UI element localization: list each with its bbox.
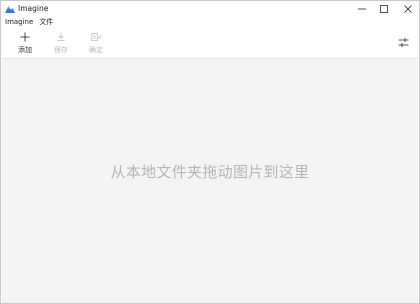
minimize-button[interactable] (351, 1, 373, 17)
settings-button[interactable] (397, 36, 409, 48)
sliders-icon (398, 37, 408, 47)
close-button[interactable] (397, 1, 419, 17)
menu-bar: Imagine 文件 (1, 16, 56, 28)
menu-item-file[interactable]: 文件 (36, 16, 56, 28)
maximize-icon (380, 5, 388, 13)
title-bar[interactable]: Imagine (1, 1, 419, 17)
drop-hint-text: 从本地文件夹拖动图片到这里 (110, 163, 310, 181)
image-drop-area[interactable]: 从本地文件夹拖动图片到这里 (2, 58, 418, 303)
save-button-label: 保存 (54, 46, 68, 54)
toolbar: 添加 保存 确定 (1, 28, 419, 58)
mountain-logo-icon (5, 6, 15, 13)
add-button-label: 添加 (18, 46, 32, 54)
confirm-icon (90, 31, 102, 43)
confirm-button-label: 确定 (89, 46, 103, 54)
minimize-icon (358, 8, 366, 10)
save-button[interactable]: 保存 (46, 30, 76, 56)
menu-item-imagine[interactable]: Imagine (1, 16, 36, 28)
window-title: Imagine (18, 4, 49, 13)
close-icon (404, 5, 412, 13)
app-window: Imagine Imagine 文件 添加 保存 确定 从本地文件夹拖动图片到这… (0, 0, 420, 304)
plus-icon (19, 31, 31, 43)
confirm-button[interactable]: 确定 (81, 30, 111, 56)
download-icon (55, 31, 67, 43)
maximize-button[interactable] (373, 1, 395, 17)
add-button[interactable]: 添加 (10, 30, 40, 56)
